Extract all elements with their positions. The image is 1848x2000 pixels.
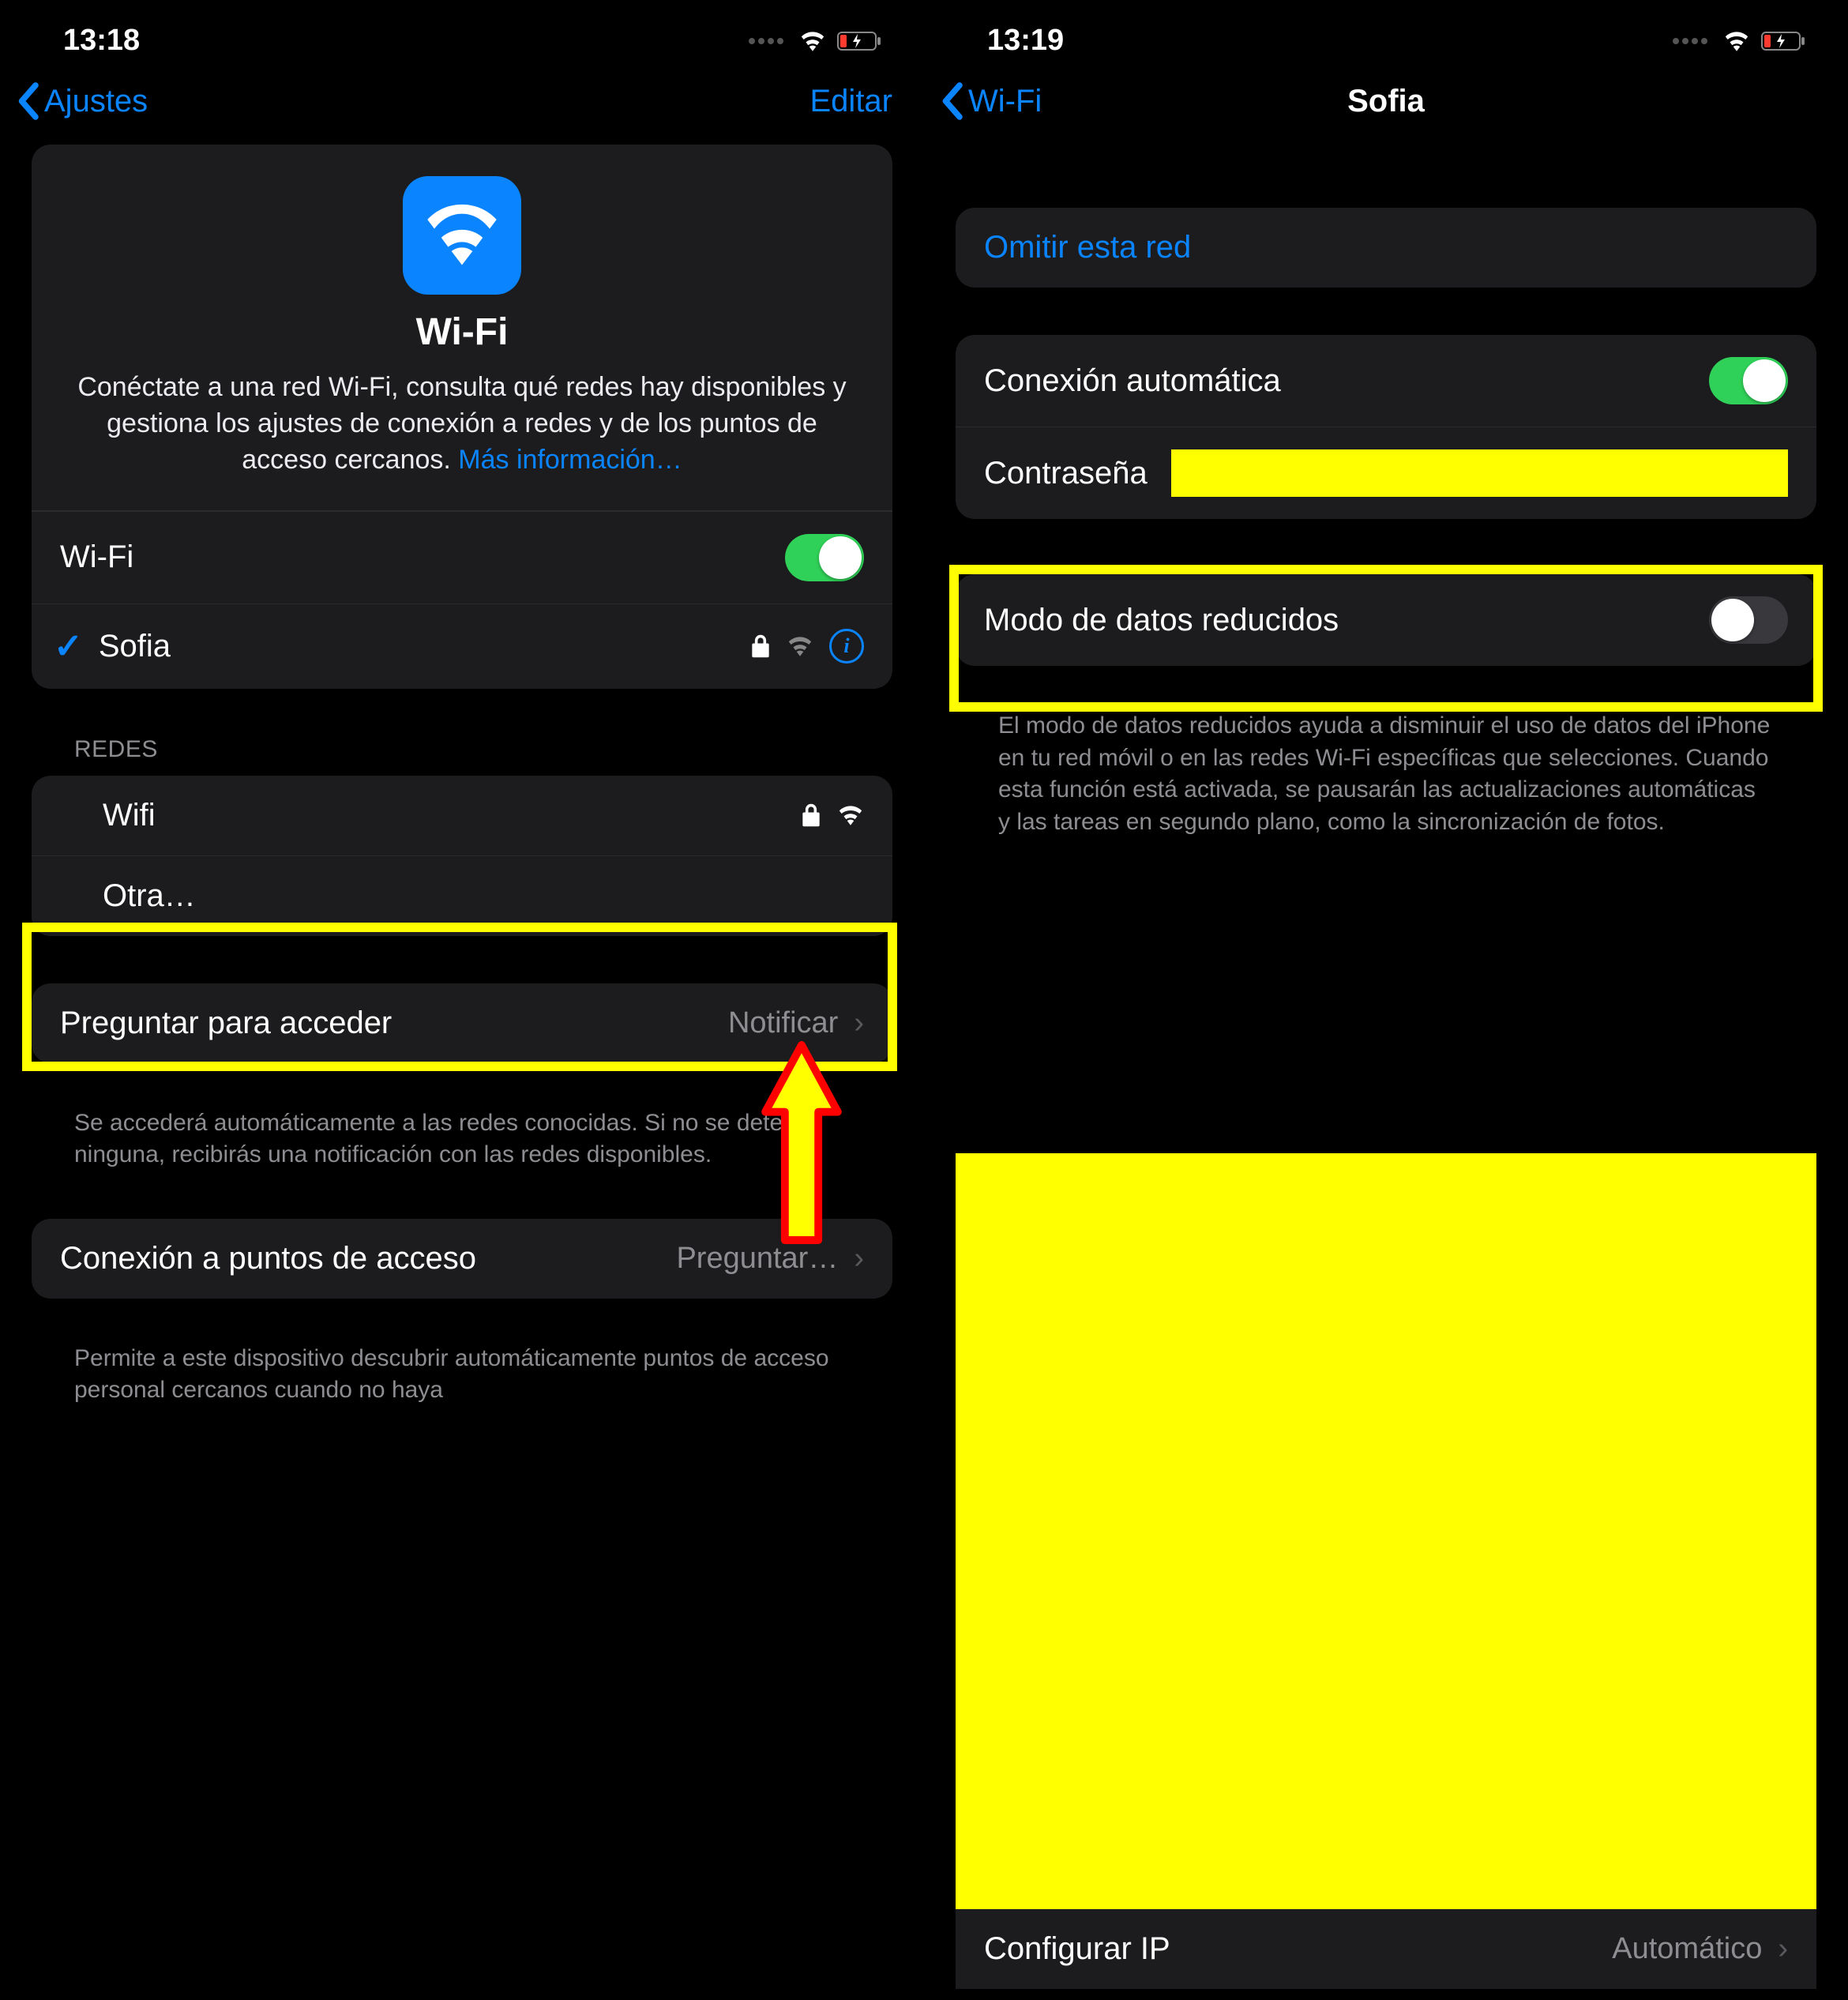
lock-icon — [750, 633, 771, 659]
ask-join-row[interactable]: Preguntar para acceder Notificar › — [32, 983, 892, 1063]
hotspot-note: Permite a este dispositivo descubrir aut… — [32, 1330, 892, 1430]
connected-network-row[interactable]: ✓ Sofia i — [32, 603, 892, 689]
ask-join-card: Preguntar para acceder Notificar › — [32, 983, 892, 1063]
status-bar: 13:18 — [0, 0, 924, 66]
low-data-row: Modo de datos reducidos — [956, 574, 1816, 666]
configure-ip-label: Configurar IP — [984, 1931, 1170, 1967]
low-data-toggle[interactable] — [1709, 596, 1788, 644]
status-icons — [1673, 30, 1809, 52]
connection-card: Conexión automática Contraseña — [956, 335, 1816, 519]
networks-header: REDES — [32, 720, 892, 776]
ask-join-note: Se accederá automáticamente a las redes … — [32, 1095, 892, 1195]
other-network-row[interactable]: Otra… — [32, 855, 892, 936]
wifi-toggle-label: Wi-Fi — [60, 539, 133, 575]
network-row[interactable]: Wifi — [32, 776, 892, 855]
back-button[interactable]: Ajustes — [16, 81, 148, 121]
back-label: Ajustes — [44, 84, 148, 119]
low-data-note: El modo de datos reducidos ayuda a dismi… — [956, 697, 1816, 862]
wifi-main-card: Wi-Fi Conéctate a una red Wi-Fi, consult… — [32, 145, 892, 689]
forget-network-label: Omitir esta red — [984, 230, 1191, 265]
hotspot-card: Conexión a puntos de acceso Preguntar… › — [32, 1219, 892, 1299]
ask-join-label: Preguntar para acceder — [60, 1006, 392, 1041]
more-info-link[interactable]: Más información… — [458, 445, 682, 475]
configure-ip-row[interactable]: Configurar IP Automático › — [956, 1909, 1816, 1989]
ask-join-value: Notificar — [728, 1006, 838, 1040]
wifi-signal-icon — [787, 636, 813, 656]
wifi-icon — [799, 31, 826, 51]
forget-network-card: Omitir esta red — [956, 208, 1816, 288]
ip-card: Configurar IP Automático › — [956, 1909, 1816, 1989]
checkmark-icon: ✓ — [54, 626, 83, 667]
hotspot-label: Conexión a puntos de acceso — [60, 1241, 476, 1276]
password-row[interactable]: Contraseña — [956, 427, 1816, 519]
hotspot-row[interactable]: Conexión a puntos de acceso Preguntar… › — [32, 1219, 892, 1299]
battery-icon — [1761, 30, 1809, 52]
status-icons — [749, 30, 885, 52]
auto-join-row: Conexión automática — [956, 335, 1816, 427]
status-bar: 13:19 — [924, 0, 1848, 66]
low-data-label: Modo de datos reducidos — [984, 603, 1339, 638]
nav-bar: Wi-Fi Sofia — [924, 66, 1848, 145]
wifi-large-icon — [403, 176, 521, 295]
status-time: 13:18 — [63, 24, 140, 58]
left-pane: 13:18 Ajustes Editar Wi-Fi — [0, 0, 924, 2000]
low-data-card: Modo de datos reducidos — [956, 574, 1816, 666]
redaction-block — [956, 1153, 1816, 1923]
battery-icon — [837, 30, 885, 52]
hotspot-value: Preguntar… — [676, 1242, 838, 1276]
cellular-dots-icon — [749, 38, 783, 44]
chevron-right-icon: › — [1778, 1932, 1788, 1966]
edit-button[interactable]: Editar — [810, 84, 893, 119]
wifi-toggle[interactable] — [785, 534, 864, 581]
chevron-right-icon: › — [854, 1242, 864, 1276]
nav-title: Sofia — [924, 84, 1848, 119]
password-label: Contraseña — [984, 456, 1147, 491]
network-name: Wifi — [103, 798, 156, 833]
wifi-toggle-row: Wi-Fi — [32, 511, 892, 603]
status-time: 13:19 — [987, 24, 1064, 58]
forget-network-button[interactable]: Omitir esta red — [956, 208, 1816, 288]
wifi-section-title: Wi-Fi — [71, 310, 853, 354]
auto-join-toggle[interactable] — [1709, 357, 1788, 404]
cellular-dots-icon — [1673, 38, 1707, 44]
connected-network-name: Sofia — [99, 629, 171, 664]
password-masked-value — [1171, 449, 1788, 497]
lock-icon — [801, 803, 821, 828]
chevron-right-icon: › — [854, 1006, 864, 1040]
other-network-label: Otra… — [103, 878, 196, 914]
wifi-signal-icon — [837, 805, 864, 825]
right-pane: 13:19 Wi-Fi Sofia Omitir esta red — [924, 0, 1848, 2000]
auto-join-label: Conexión automática — [984, 363, 1281, 399]
configure-ip-value: Automático — [1612, 1932, 1762, 1966]
networks-card: Wifi Otra… — [32, 776, 892, 936]
wifi-description: Conéctate a una red Wi-Fi, consulta qué … — [71, 370, 853, 479]
info-button[interactable]: i — [829, 629, 864, 664]
nav-bar: Ajustes Editar — [0, 66, 924, 145]
wifi-icon — [1723, 31, 1750, 51]
